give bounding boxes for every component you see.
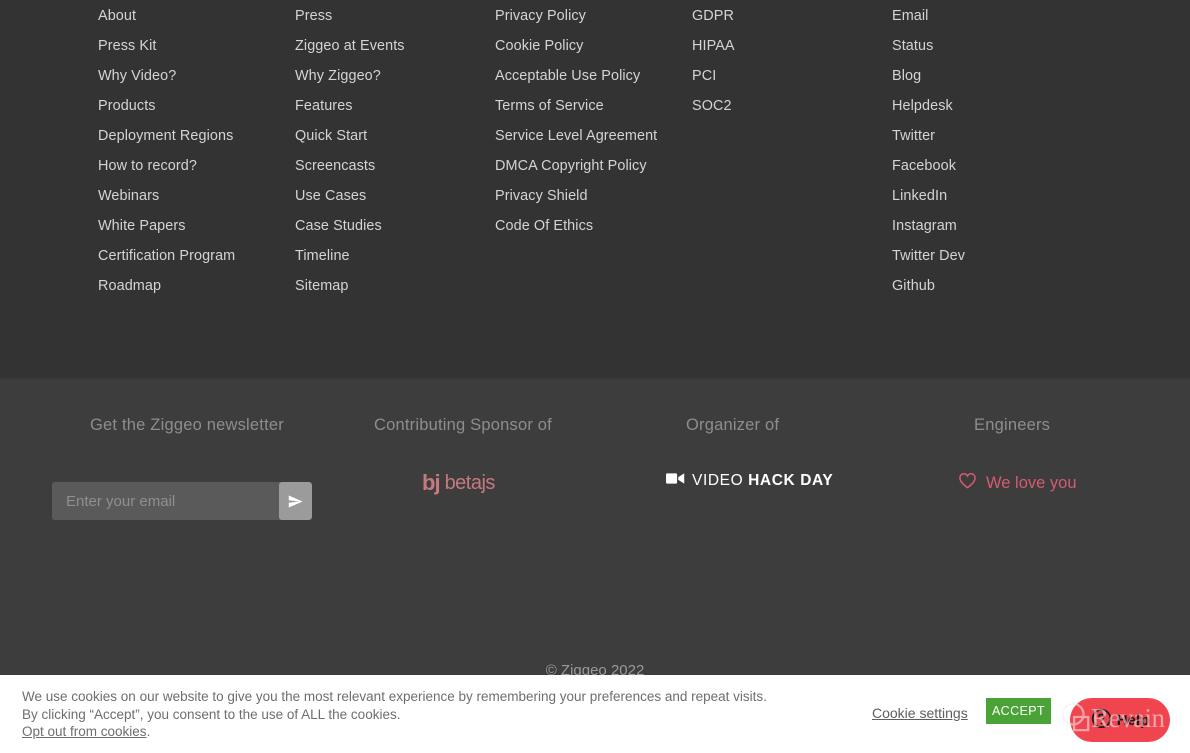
footer-link-white-papers[interactable]: White Papers	[98, 218, 288, 234]
footer-link-why-video[interactable]: Why Video?	[98, 68, 288, 84]
betajs-logo[interactable]: bj betajs	[422, 472, 495, 494]
footer-link-code-of-ethics[interactable]: Code Of Ethics	[495, 218, 695, 234]
video-hack-day-logo[interactable]: VIDEO HACK DAY	[666, 472, 833, 490]
footer-link-products[interactable]: Products	[98, 98, 288, 114]
sponsor-block: Contributing Sponsor of bj betajs	[360, 380, 640, 494]
betajs-mark-icon: bj	[422, 470, 441, 495]
cookie-banner-text: We use cookies on our website to give yo…	[22, 688, 852, 741]
footer-link-blog[interactable]: Blog	[892, 68, 1092, 84]
footer-link-press[interactable]: Press	[295, 8, 485, 24]
footer-link-case-studies[interactable]: Case Studies	[295, 218, 485, 234]
footer-link-quick-start[interactable]: Quick Start	[295, 128, 485, 144]
engineers-title: Engineers	[974, 416, 1051, 434]
footer-link-privacy-shield[interactable]: Privacy Shield	[495, 188, 695, 204]
footer-link-twitter-dev[interactable]: Twitter Dev	[892, 248, 1092, 264]
footer-link-status[interactable]: Status	[892, 38, 1092, 54]
footer-link-linkedin[interactable]: LinkedIn	[892, 188, 1092, 204]
video-camera-icon	[666, 472, 685, 490]
newsletter-submit-button[interactable]	[279, 482, 312, 520]
footer-link-use-cases[interactable]: Use Cases	[295, 188, 485, 204]
video-hack-day-text: VIDEO HACK DAY	[692, 472, 833, 490]
footer-link-ziggeo-at-events[interactable]: Ziggeo at Events	[295, 38, 485, 54]
footer-link-roadmap[interactable]: Roadmap	[98, 278, 288, 294]
we-love-you-label: We love you	[986, 473, 1077, 492]
footer-link-dmca-copyright-policy[interactable]: DMCA Copyright Policy	[495, 158, 695, 174]
newsletter-title: Get the Ziggeo newsletter	[90, 416, 284, 434]
newsletter-form	[52, 482, 312, 520]
footer-link-sitemap[interactable]: Sitemap	[295, 278, 485, 294]
footer-column-contact-social: Email Status Blog Helpdesk Twitter Faceb…	[892, 8, 1092, 308]
footer-link-about[interactable]: About	[98, 8, 288, 24]
footer-link-twitter[interactable]: Twitter	[892, 128, 1092, 144]
footer-column-legal: Privacy Policy Cookie Policy Acceptable …	[495, 8, 695, 248]
footer-link-helpdesk[interactable]: Helpdesk	[892, 98, 1092, 114]
sponsor-title: Contributing Sponsor of	[374, 416, 552, 434]
footer-link-github[interactable]: Github	[892, 278, 1092, 294]
footer-link-screencasts[interactable]: Screencasts	[295, 158, 485, 174]
footer-link-press-kit[interactable]: Press Kit	[98, 38, 288, 54]
cookie-optout-period: .	[146, 724, 151, 739]
footer-column-company: About Press Kit Why Video? Products Depl…	[98, 8, 288, 308]
footer-link-webinars[interactable]: Webinars	[98, 188, 288, 204]
footer-links-section: About Press Kit Why Video? Products Depl…	[0, 0, 1190, 378]
footer-link-why-ziggeo[interactable]: Why Ziggeo?	[295, 68, 485, 84]
footer-link-certification-program[interactable]: Certification Program	[98, 248, 288, 264]
cookie-text-line2: By clicking “Accept”, you consent to the…	[22, 706, 401, 722]
engineers-block: Engineers We love you	[930, 380, 1180, 492]
help-widget-label: Help	[1116, 711, 1150, 729]
vhd-bold-word: HACK DAY	[748, 472, 834, 489]
footer-link-soc2[interactable]: SOC2	[692, 98, 877, 114]
paper-plane-icon	[287, 493, 304, 510]
footer-link-instagram[interactable]: Instagram	[892, 218, 1092, 234]
newsletter-email-input[interactable]	[52, 482, 279, 520]
footer-link-pci[interactable]: PCI	[692, 68, 877, 84]
footer-link-cookie-policy[interactable]: Cookie Policy	[495, 38, 695, 54]
footer-column-resources: Press Ziggeo at Events Why Ziggeo? Featu…	[295, 8, 485, 308]
we-love-you-row[interactable]: We love you	[958, 472, 1077, 494]
cookie-settings-link[interactable]: Cookie settings	[872, 705, 968, 721]
betajs-logo-row[interactable]: bj betajs	[422, 472, 495, 494]
newsletter-block: Get the Ziggeo newsletter	[52, 380, 352, 520]
organizer-block: Organizer of VIDEO HACK DAY	[640, 380, 930, 489]
question-circle-icon	[1091, 708, 1112, 732]
footer-link-hipaa[interactable]: HIPAA	[692, 38, 877, 54]
help-widget-button[interactable]: Help	[1070, 698, 1170, 742]
we-love-you-logo[interactable]: We love you	[958, 472, 1077, 494]
organizer-title: Organizer of	[686, 416, 780, 434]
footer-link-deployment-regions[interactable]: Deployment Regions	[98, 128, 288, 144]
footer-link-timeline[interactable]: Timeline	[295, 248, 485, 264]
video-hack-day-logo-row[interactable]: VIDEO HACK DAY	[666, 472, 833, 490]
footer-link-facebook[interactable]: Facebook	[892, 158, 1092, 174]
cookie-text-line1: We use cookies on our website to give yo…	[22, 689, 767, 704]
opt-out-from-cookies-link[interactable]: Opt out from cookies	[22, 724, 147, 739]
footer-link-privacy-policy[interactable]: Privacy Policy	[495, 8, 695, 24]
footer-link-gdpr[interactable]: GDPR	[692, 8, 877, 24]
footer-link-how-to-record[interactable]: How to record?	[98, 158, 288, 174]
footer-link-features[interactable]: Features	[295, 98, 485, 114]
footer-column-compliance: GDPR HIPAA PCI SOC2	[692, 8, 877, 128]
footer-link-email[interactable]: Email	[892, 8, 1092, 24]
footer-link-acceptable-use-policy[interactable]: Acceptable Use Policy	[495, 68, 695, 84]
footer-link-terms-of-service[interactable]: Terms of Service	[495, 98, 695, 114]
footer-link-service-level-agreement[interactable]: Service Level Agreement	[495, 128, 695, 144]
heart-outline-icon	[958, 472, 977, 494]
betajs-wordmark: betajs	[444, 472, 496, 494]
accept-cookies-button[interactable]: ACCEPT	[986, 698, 1051, 724]
vhd-light-word: VIDEO	[692, 472, 749, 489]
